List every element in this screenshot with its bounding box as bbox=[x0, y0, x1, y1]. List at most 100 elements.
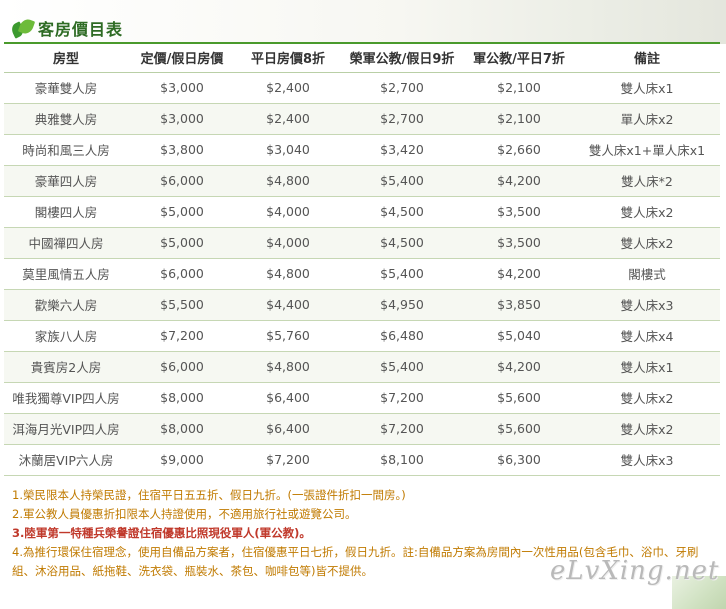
cell-list-price: $6,000 bbox=[128, 258, 236, 290]
cell-remarks: 雙人床x2 bbox=[574, 227, 720, 259]
header-room-type: 房型 bbox=[4, 44, 128, 73]
cell-veteran-price: $2,700 bbox=[340, 103, 464, 135]
cell-list-price: $3,000 bbox=[128, 72, 236, 104]
cell-room-type: 莫里風情五人房 bbox=[4, 258, 128, 290]
cell-room-type: 唯我獨尊VIP四人房 bbox=[4, 382, 128, 414]
cell-room-type: 沐蘭居VIP六人房 bbox=[4, 444, 128, 476]
cell-remarks: 雙人床*2 bbox=[574, 165, 720, 197]
cell-weekday-price: $4,800 bbox=[236, 258, 340, 290]
cell-list-price: $3,000 bbox=[128, 103, 236, 135]
cell-room-type: 貴賓房2人房 bbox=[4, 351, 128, 383]
cell-list-price: $9,000 bbox=[128, 444, 236, 476]
cell-list-price: $6,000 bbox=[128, 351, 236, 383]
cell-military-price: $3,850 bbox=[464, 289, 574, 321]
cell-room-type: 中國禪四人房 bbox=[4, 227, 128, 259]
table-row: 豪華雙人房 $3,000 $2,400 $2,700 $2,100 雙人床x1 bbox=[4, 72, 720, 104]
cell-military-price: $5,600 bbox=[464, 413, 574, 445]
cell-weekday-price: $4,800 bbox=[236, 351, 340, 383]
cell-room-type: 洱海月光VIP四人房 bbox=[4, 413, 128, 445]
page-title: 客房價目表 bbox=[38, 20, 124, 39]
header-list-price: 定價/假日房價 bbox=[128, 44, 236, 73]
table-row: 典雅雙人房 $3,000 $2,400 $2,700 $2,100 單人床x2 bbox=[4, 103, 720, 135]
cell-veteran-price: $6,480 bbox=[340, 320, 464, 352]
table-row: 閣樓四人房 $5,000 $4,000 $4,500 $3,500 雙人床x2 bbox=[4, 196, 720, 228]
cell-list-price: $5,500 bbox=[128, 289, 236, 321]
cell-military-price: $2,100 bbox=[464, 72, 574, 104]
cell-veteran-price: $5,400 bbox=[340, 258, 464, 290]
table-row: 歡樂六人房 $5,500 $4,400 $4,950 $3,850 雙人床x3 bbox=[4, 289, 720, 321]
cell-remarks: 雙人床x2 bbox=[574, 413, 720, 445]
cell-remarks: 雙人床x2 bbox=[574, 382, 720, 414]
cell-veteran-price: $8,100 bbox=[340, 444, 464, 476]
cell-military-price: $4,200 bbox=[464, 351, 574, 383]
cell-military-price: $5,040 bbox=[464, 320, 574, 352]
cell-list-price: $3,800 bbox=[128, 134, 236, 166]
cell-weekday-price: $6,400 bbox=[236, 413, 340, 445]
cell-military-price: $4,200 bbox=[464, 165, 574, 197]
cell-remarks: 雙人床x2 bbox=[574, 196, 720, 228]
table-row: 家族八人房 $7,200 $5,760 $6,480 $5,040 雙人床x4 bbox=[4, 320, 720, 352]
leaf-icon bbox=[9, 17, 36, 39]
cell-veteran-price: $7,200 bbox=[340, 413, 464, 445]
cell-veteran-price: $3,420 bbox=[340, 134, 464, 166]
cell-list-price: $8,000 bbox=[128, 382, 236, 414]
cell-military-price: $6,300 bbox=[464, 444, 574, 476]
cell-veteran-price: $4,500 bbox=[340, 196, 464, 228]
cell-list-price: $5,000 bbox=[128, 227, 236, 259]
cell-weekday-price: $4,800 bbox=[236, 165, 340, 197]
cell-weekday-price: $4,000 bbox=[236, 196, 340, 228]
header-remarks: 備註 bbox=[574, 44, 720, 73]
cell-list-price: $7,200 bbox=[128, 320, 236, 352]
cell-weekday-price: $5,760 bbox=[236, 320, 340, 352]
cell-remarks: 閣樓式 bbox=[574, 258, 720, 290]
cell-military-price: $2,100 bbox=[464, 103, 574, 135]
cell-weekday-price: $4,400 bbox=[236, 289, 340, 321]
cell-remarks: 雙人床x4 bbox=[574, 320, 720, 352]
note-1: 1.榮民限本人持榮民證，住宿平日五五折、假日九折。(一張證件折扣一間房。) bbox=[12, 488, 406, 502]
cell-weekday-price: $2,400 bbox=[236, 103, 340, 135]
table-row: 時尚和風三人房 $3,800 $3,040 $3,420 $2,660 雙人床x1+單人床… bbox=[4, 134, 720, 166]
cell-weekday-price: $7,200 bbox=[236, 444, 340, 476]
cell-veteran-price: $5,400 bbox=[340, 165, 464, 197]
cell-room-type: 時尚和風三人房 bbox=[4, 134, 128, 166]
note-3: 3.陸軍第一特種兵榮譽證住宿優惠比照現役軍人(軍公教)。 bbox=[12, 526, 311, 540]
cell-weekday-price: $4,000 bbox=[236, 227, 340, 259]
cell-remarks: 雙人床x1 bbox=[574, 351, 720, 383]
cell-list-price: $5,000 bbox=[128, 196, 236, 228]
cell-remarks: 雙人床x1+單人床x1 bbox=[574, 134, 720, 166]
cell-veteran-price: $4,950 bbox=[340, 289, 464, 321]
cell-military-price: $4,200 bbox=[464, 258, 574, 290]
cell-room-type: 家族八人房 bbox=[4, 320, 128, 352]
table-row: 貴賓房2人房 $6,000 $4,800 $5,400 $4,200 雙人床x1 bbox=[4, 351, 720, 383]
title-bar: 客房價目表 bbox=[9, 16, 124, 40]
cell-room-type: 典雅雙人房 bbox=[4, 103, 128, 135]
cell-room-type: 豪華四人房 bbox=[4, 165, 128, 197]
table-body: 豪華雙人房 $3,000 $2,400 $2,700 $2,100 雙人床x1 典雅雙人房 $… bbox=[4, 72, 720, 476]
cell-military-price: $2,660 bbox=[464, 134, 574, 166]
cell-veteran-price: $2,700 bbox=[340, 72, 464, 104]
note-2: 2.軍公教人員優惠折扣限本人持證使用，不適用旅行社或遊覽公司。 bbox=[12, 507, 357, 521]
room-price-table: 房型 定價/假日房價 平日房價8折 榮軍公教/假日9折 軍公教/平日7折 備註 … bbox=[4, 44, 720, 476]
table-row: 洱海月光VIP四人房 $8,000 $6,400 $7,200 $5,600 雙人床x2 bbox=[4, 413, 720, 445]
table-row: 莫里風情五人房 $6,000 $4,800 $5,400 $4,200 閣樓式 bbox=[4, 258, 720, 290]
table-row: 唯我獨尊VIP四人房 $8,000 $6,400 $7,200 $5,600 雙人床x2 bbox=[4, 382, 720, 414]
cell-remarks: 單人床x2 bbox=[574, 103, 720, 135]
cell-weekday-price: $2,400 bbox=[236, 72, 340, 104]
cell-weekday-price: $3,040 bbox=[236, 134, 340, 166]
watermark: eLvXing.net bbox=[550, 556, 720, 586]
cell-room-type: 歡樂六人房 bbox=[4, 289, 128, 321]
table-row: 豪華四人房 $6,000 $4,800 $5,400 $4,200 雙人床*2 bbox=[4, 165, 720, 197]
cell-military-price: $5,600 bbox=[464, 382, 574, 414]
cell-weekday-price: $6,400 bbox=[236, 382, 340, 414]
cell-list-price: $8,000 bbox=[128, 413, 236, 445]
cell-room-type: 豪華雙人房 bbox=[4, 72, 128, 104]
cell-room-type: 閣樓四人房 bbox=[4, 196, 128, 228]
cell-veteran-price: $7,200 bbox=[340, 382, 464, 414]
header-veteran-price: 榮軍公教/假日9折 bbox=[340, 44, 464, 73]
cell-military-price: $3,500 bbox=[464, 196, 574, 228]
cell-veteran-price: $5,400 bbox=[340, 351, 464, 383]
cell-remarks: 雙人床x1 bbox=[574, 72, 720, 104]
header-military-price: 軍公教/平日7折 bbox=[464, 44, 574, 73]
cell-remarks: 雙人床x3 bbox=[574, 444, 720, 476]
cell-remarks: 雙人床x3 bbox=[574, 289, 720, 321]
